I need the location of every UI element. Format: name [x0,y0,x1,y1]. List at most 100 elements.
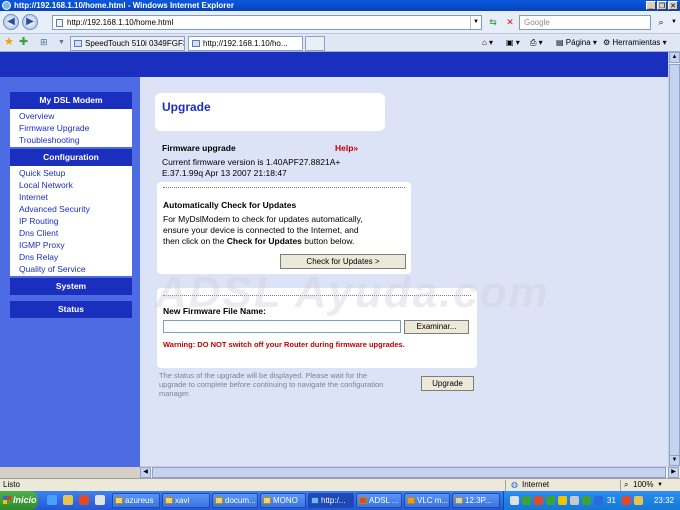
taskbar-item-adsl[interactable]: ADSL ... [356,493,402,508]
horizontal-scrollbar[interactable]: ◀ ▶ [140,466,680,478]
restore-button[interactable]: ❐ [657,1,667,10]
page-icon [56,19,63,27]
new-firmware-label: New Firmware File Name: [163,306,266,316]
sidebar-item-quick-setup[interactable]: Quick Setup [19,167,132,179]
forward-arrow-icon: ▶ [26,16,34,27]
sidebar-header-status[interactable]: Status [10,301,132,318]
sidebar-header-system[interactable]: System [10,278,132,295]
taskbar-item-12-3p[interactable]: 12.3P... [452,493,500,508]
zoom-icon[interactable]: ⌕ [624,479,628,491]
tray-shield-icon[interactable] [534,496,543,505]
auto-check-text-line2: ensure your device is connected to the I… [163,225,359,235]
back-button[interactable]: ◀ [3,14,19,30]
go-icon[interactable]: ⇆ [486,15,500,30]
search-icon[interactable]: ⌕ [654,15,668,30]
auto-check-text-line1: For MyDslModem to check for updates auto… [163,214,363,224]
feeds-icon[interactable]: ▣ ▾ [506,37,520,49]
back-arrow-icon: ◀ [7,16,15,27]
vertical-scroll-thumb[interactable] [669,64,680,457]
tray-app-icon[interactable] [522,496,531,505]
sidebar-item-firmware-upgrade[interactable]: Firmware Upgrade [19,122,132,134]
window-controls: _ ❐ ✕ [646,1,678,10]
sidebar-header-my-dsl-modem[interactable]: My DSL Modem [10,92,132,109]
tray-status-icon[interactable] [546,496,555,505]
zoom-dropdown-icon[interactable]: ▼ [657,479,663,491]
internet-explorer-icon [2,1,11,10]
sidebar-item-dns-relay[interactable]: Dns Relay [19,251,132,263]
divider [163,187,405,188]
sidebar-item-igmp-proxy[interactable]: IGMP Proxy [19,239,132,251]
forward-button[interactable]: ▶ [22,14,38,30]
stop-icon[interactable]: ✕ [503,15,517,30]
close-button[interactable]: ✕ [668,1,678,10]
sidebar-section-configuration: Quick Setup Local Network Internet Advan… [10,166,132,276]
browse-button[interactable]: Examinar... [404,320,469,334]
taskbar-item-ie[interactable]: http:/... [308,493,354,508]
tray-app3-icon[interactable] [634,496,643,505]
auto-check-text-line3: then click on the Check for Updates butt… [163,236,355,246]
sidebar-item-troubleshooting[interactable]: Troubleshooting [19,134,132,146]
current-version-line2: E.37.1.99q Apr 13 2007 21:18:47 [162,168,287,178]
page-menu[interactable]: ▤ Página ▾ [556,37,597,49]
tab-list-icon[interactable]: ▼ [58,37,65,48]
sidebar-header-configuration[interactable]: Configuration [10,149,132,166]
scroll-right-icon[interactable]: ▶ [668,467,679,478]
upgrade-button[interactable]: Upgrade [421,376,474,391]
home-icon[interactable]: ⌂ ▾ [482,37,493,49]
horizontal-scroll-thumb[interactable] [152,467,666,478]
address-dropdown-button[interactable]: ▼ [470,16,481,29]
quick-tabs-icon[interactable]: ⊞ [40,37,48,48]
print-icon[interactable]: ⎙ ▾ [530,37,543,49]
page-icon [74,40,82,47]
status-note-line2: upgrade to complete before continuing to… [159,380,384,389]
help-link[interactable]: Help» [335,143,358,153]
tools-menu[interactable]: ⚙ Herramientas ▾ [603,37,667,49]
sidebar-item-local-network[interactable]: Local Network [19,179,132,191]
quicklaunch-app-icon[interactable] [79,495,89,505]
scroll-left-icon[interactable]: ◀ [140,467,151,478]
favorites-star-icon[interactable]: ★ [4,37,14,48]
taskbar-item-documents[interactable]: docum... [212,493,258,508]
tray-network-icon[interactable] [510,496,519,505]
sidebar-item-quality-of-service[interactable]: Quality of Service [19,263,132,275]
tray-app2-icon[interactable] [622,496,631,505]
sidebar-item-advanced-security[interactable]: Advanced Security [19,203,132,215]
tray-messenger-icon[interactable] [594,496,603,505]
address-bar[interactable]: http://192.168.1.10/home.html ▼ [52,15,482,30]
check-for-updates-button[interactable]: Check for Updates > [280,254,406,269]
page-title-card: Upgrade [155,93,385,131]
scroll-down-icon[interactable]: ▼ [669,455,680,466]
search-options-icon[interactable]: ▼ [667,15,680,30]
tray-alert-icon[interactable] [558,496,567,505]
tab-home[interactable]: http://192.168.1.10/ho... [188,36,303,51]
firmware-file-input[interactable] [163,320,401,333]
sidebar-item-overview[interactable]: Overview [19,110,132,122]
new-tab-button[interactable] [305,36,325,51]
sidebar-item-dns-client[interactable]: Dns Client [19,227,132,239]
search-input[interactable]: Google [519,15,651,30]
taskbar-item-vlc[interactable]: VLC m... [404,493,450,508]
divider [163,295,471,296]
zoom-level[interactable]: 100% [633,479,653,491]
system-tray: 31 23:32 [503,491,680,510]
tray-check-icon[interactable] [582,496,591,505]
vertical-scrollbar[interactable]: ▲ ▼ [668,52,680,467]
sidebar-item-ip-routing[interactable]: IP Routing [19,215,132,227]
taskbar-item-mono[interactable]: MONO [260,493,306,508]
window-title: http://192.168.1.10/home.html - Windows … [14,1,234,10]
taskbar-item-azureus[interactable]: azureus [112,493,160,508]
add-favorites-icon[interactable]: ✚ [19,37,28,48]
tab-speedtouch[interactable]: SpeedTouch 510i 0349FGF3G [70,36,185,51]
quicklaunch-folder-icon[interactable] [63,495,73,505]
minimize-button[interactable]: _ [646,1,656,10]
start-button[interactable]: Inicio [0,491,38,510]
scroll-up-icon[interactable]: ▲ [669,52,680,63]
taskbar-item-xavi[interactable]: xavi [162,493,210,508]
window-title-bar: http://192.168.1.10/home.html - Windows … [0,0,680,11]
sidebar-item-internet[interactable]: Internet [19,191,132,203]
tab-label: http://192.168.1.10/ho... [203,39,288,48]
tray-volume-icon[interactable] [570,496,579,505]
quicklaunch-show-desktop-icon[interactable] [95,495,105,505]
tray-calendar-number[interactable]: 31 [607,491,616,510]
quicklaunch-ie-icon[interactable] [47,495,57,505]
